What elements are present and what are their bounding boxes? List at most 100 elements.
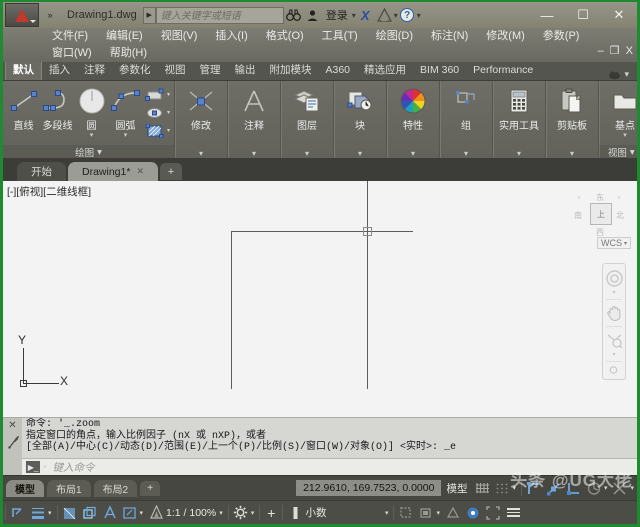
object-snap-tracking-icon[interactable]: [584, 479, 604, 498]
viewcube-top-face[interactable]: 上: [590, 203, 612, 225]
transparency-icon[interactable]: [60, 503, 80, 522]
mdi-close-button[interactable]: X: [626, 45, 633, 57]
annotation-tool[interactable]: 注释: [232, 84, 276, 132]
command-prompt-icon[interactable]: ▶_: [26, 461, 40, 473]
basepoint-tool[interactable]: 基点 ▾: [603, 84, 637, 139]
draw-panel-caret-icon[interactable]: ▾: [97, 147, 102, 158]
clean-screen-icon[interactable]: [443, 503, 463, 522]
viewport-label[interactable]: [-][俯视][二维线框]: [7, 184, 91, 199]
autodesk-app-icon[interactable]: [375, 6, 394, 24]
menu-view[interactable]: 视图(V): [152, 28, 207, 45]
annotation-scale-selector[interactable]: 1:1 / 100% ▾: [166, 507, 226, 519]
space-indicator[interactable]: 模型: [441, 481, 472, 496]
layers-panel-caret-icon[interactable]: ▾: [281, 149, 333, 158]
units-selector[interactable]: 小数 ▾: [305, 505, 391, 520]
units-caret-icon[interactable]: ▾: [385, 509, 392, 517]
ribbon-tab-output[interactable]: 输出: [228, 61, 263, 80]
groups-tool[interactable]: 组: [444, 84, 488, 132]
grid-icon[interactable]: [472, 479, 492, 498]
zoom-icon[interactable]: [604, 365, 624, 375]
layout-tab-layout2[interactable]: 布局2: [93, 479, 138, 497]
lineweight-icon[interactable]: [28, 503, 48, 522]
workspace-scale-icon[interactable]: [146, 503, 166, 522]
arc-caret-icon[interactable]: ▾: [124, 132, 128, 139]
drawing-canvas[interactable]: [-][俯视][二维线框] Y X + + 东 南 北 西 上 WCS ▾ ▾ …: [3, 181, 637, 417]
coordinate-display[interactable]: 212.9610, 169.7523, 0.0000: [296, 480, 442, 496]
orbit-caret-icon[interactable]: ▾: [612, 352, 615, 358]
block-panel-caret-icon[interactable]: ▾: [334, 149, 386, 158]
view-panel-caret-icon[interactable]: ▾: [630, 147, 635, 158]
menu-file[interactable]: 文件(F): [43, 28, 97, 45]
ribbon-tab-a360[interactable]: A360: [319, 61, 358, 80]
workspace-caret-icon[interactable]: ▾: [251, 509, 258, 517]
layout-tab-model[interactable]: 模型: [6, 479, 44, 497]
menu-modify[interactable]: 修改(M): [477, 28, 534, 45]
search-binoculars-icon[interactable]: [284, 6, 303, 24]
mdi-restore-button[interactable]: ❐: [610, 44, 620, 57]
steering-wheel-caret-icon[interactable]: ▾: [612, 290, 615, 296]
ribbon-tab-addins[interactable]: 附加模块: [263, 61, 319, 80]
circle-tool[interactable]: 圆 ▾: [75, 84, 108, 139]
menu-insert[interactable]: 插入(I): [206, 28, 256, 45]
ribbon-overflow-caret-icon[interactable]: ▾: [624, 69, 629, 80]
minimize-button[interactable]: —: [529, 3, 565, 27]
customize-add-button[interactable]: +: [262, 505, 280, 521]
annotation-scale-caret-icon[interactable]: ▾: [219, 509, 226, 517]
clipboard-panel-caret-icon[interactable]: ▾: [546, 149, 598, 158]
object-snap-icon[interactable]: [564, 479, 584, 498]
ellipse-caret-icon[interactable]: ▾: [167, 109, 170, 116]
menu-dimension[interactable]: 标注(N): [422, 28, 477, 45]
customization-icon[interactable]: [463, 503, 483, 522]
sign-in-label[interactable]: 登录: [326, 7, 348, 23]
pan-hand-icon[interactable]: [604, 303, 624, 323]
status-menu-icon[interactable]: [506, 508, 520, 517]
command-close-icon[interactable]: ✕: [8, 420, 16, 431]
polar-tracking-icon[interactable]: [544, 479, 564, 498]
ribbon-tab-parametric[interactable]: 参数化: [112, 61, 158, 80]
clipboard-tool[interactable]: 剪贴板: [550, 84, 594, 132]
help-caret-icon[interactable]: ▾: [417, 11, 421, 20]
block-tool[interactable]: 块: [338, 84, 382, 132]
hatch-tool[interactable]: ▾: [143, 122, 170, 139]
file-tab-start[interactable]: 开始: [17, 162, 66, 181]
menu-tools[interactable]: 工具(T): [313, 28, 367, 45]
ribbon-tab-performance[interactable]: Performance: [466, 61, 540, 80]
search-dropdown-arrow[interactable]: ▶: [142, 6, 156, 24]
close-button[interactable]: ✕: [601, 3, 637, 27]
layers-tool[interactable]: 图层: [285, 84, 329, 132]
application-menu-button[interactable]: [5, 3, 39, 27]
ellipse-tool[interactable]: ▾: [143, 104, 170, 121]
units-icon[interactable]: [285, 503, 305, 522]
hatch-caret-icon[interactable]: ▾: [167, 127, 170, 134]
command-prompt-caret-icon[interactable]: ▾: [43, 463, 50, 471]
properties-panel-caret-icon[interactable]: ▾: [387, 149, 439, 158]
basepoint-caret-icon[interactable]: ▾: [623, 132, 627, 139]
steering-wheel-icon[interactable]: [604, 268, 624, 288]
menu-window[interactable]: 窗口(W): [43, 45, 101, 62]
snap-icon[interactable]: [492, 479, 512, 498]
line-tool[interactable]: 直线: [7, 84, 40, 132]
command-customize-icon[interactable]: [7, 436, 19, 449]
menu-format[interactable]: 格式(O): [257, 28, 313, 45]
menu-draw[interactable]: 绘图(D): [367, 28, 422, 45]
annotation-panel-caret-icon[interactable]: ▾: [228, 149, 280, 158]
maximize-button[interactable]: ☐: [565, 3, 601, 27]
selection-cycling-icon[interactable]: [80, 503, 100, 522]
ucs-caret-icon[interactable]: ▾: [630, 484, 637, 492]
account-person-icon[interactable]: [303, 6, 322, 24]
ribbon-tab-insert[interactable]: 插入: [42, 61, 77, 80]
utilities-panel-caret-icon[interactable]: ▾: [493, 149, 545, 158]
ribbon-overflow[interactable]: ▾: [608, 69, 637, 80]
view-cube[interactable]: + + 东 南 北 西 上: [571, 185, 629, 245]
viewcube-west-label[interactable]: 南: [574, 210, 582, 221]
close-icon[interactable]: ✕: [136, 166, 144, 177]
groups-panel-caret-icon[interactable]: ▾: [440, 149, 492, 158]
wcs-selector[interactable]: WCS ▾: [596, 237, 631, 249]
autoscale-icon[interactable]: [120, 503, 140, 522]
arc-tool[interactable]: 圆弧 ▾: [109, 84, 142, 139]
layout-tab-layout1[interactable]: 布局1: [47, 479, 91, 497]
snap-caret-icon[interactable]: ▾: [512, 484, 519, 492]
new-tab-button[interactable]: +: [160, 163, 182, 180]
gear-icon[interactable]: [231, 503, 251, 522]
ucs-status-icon[interactable]: [610, 479, 630, 498]
